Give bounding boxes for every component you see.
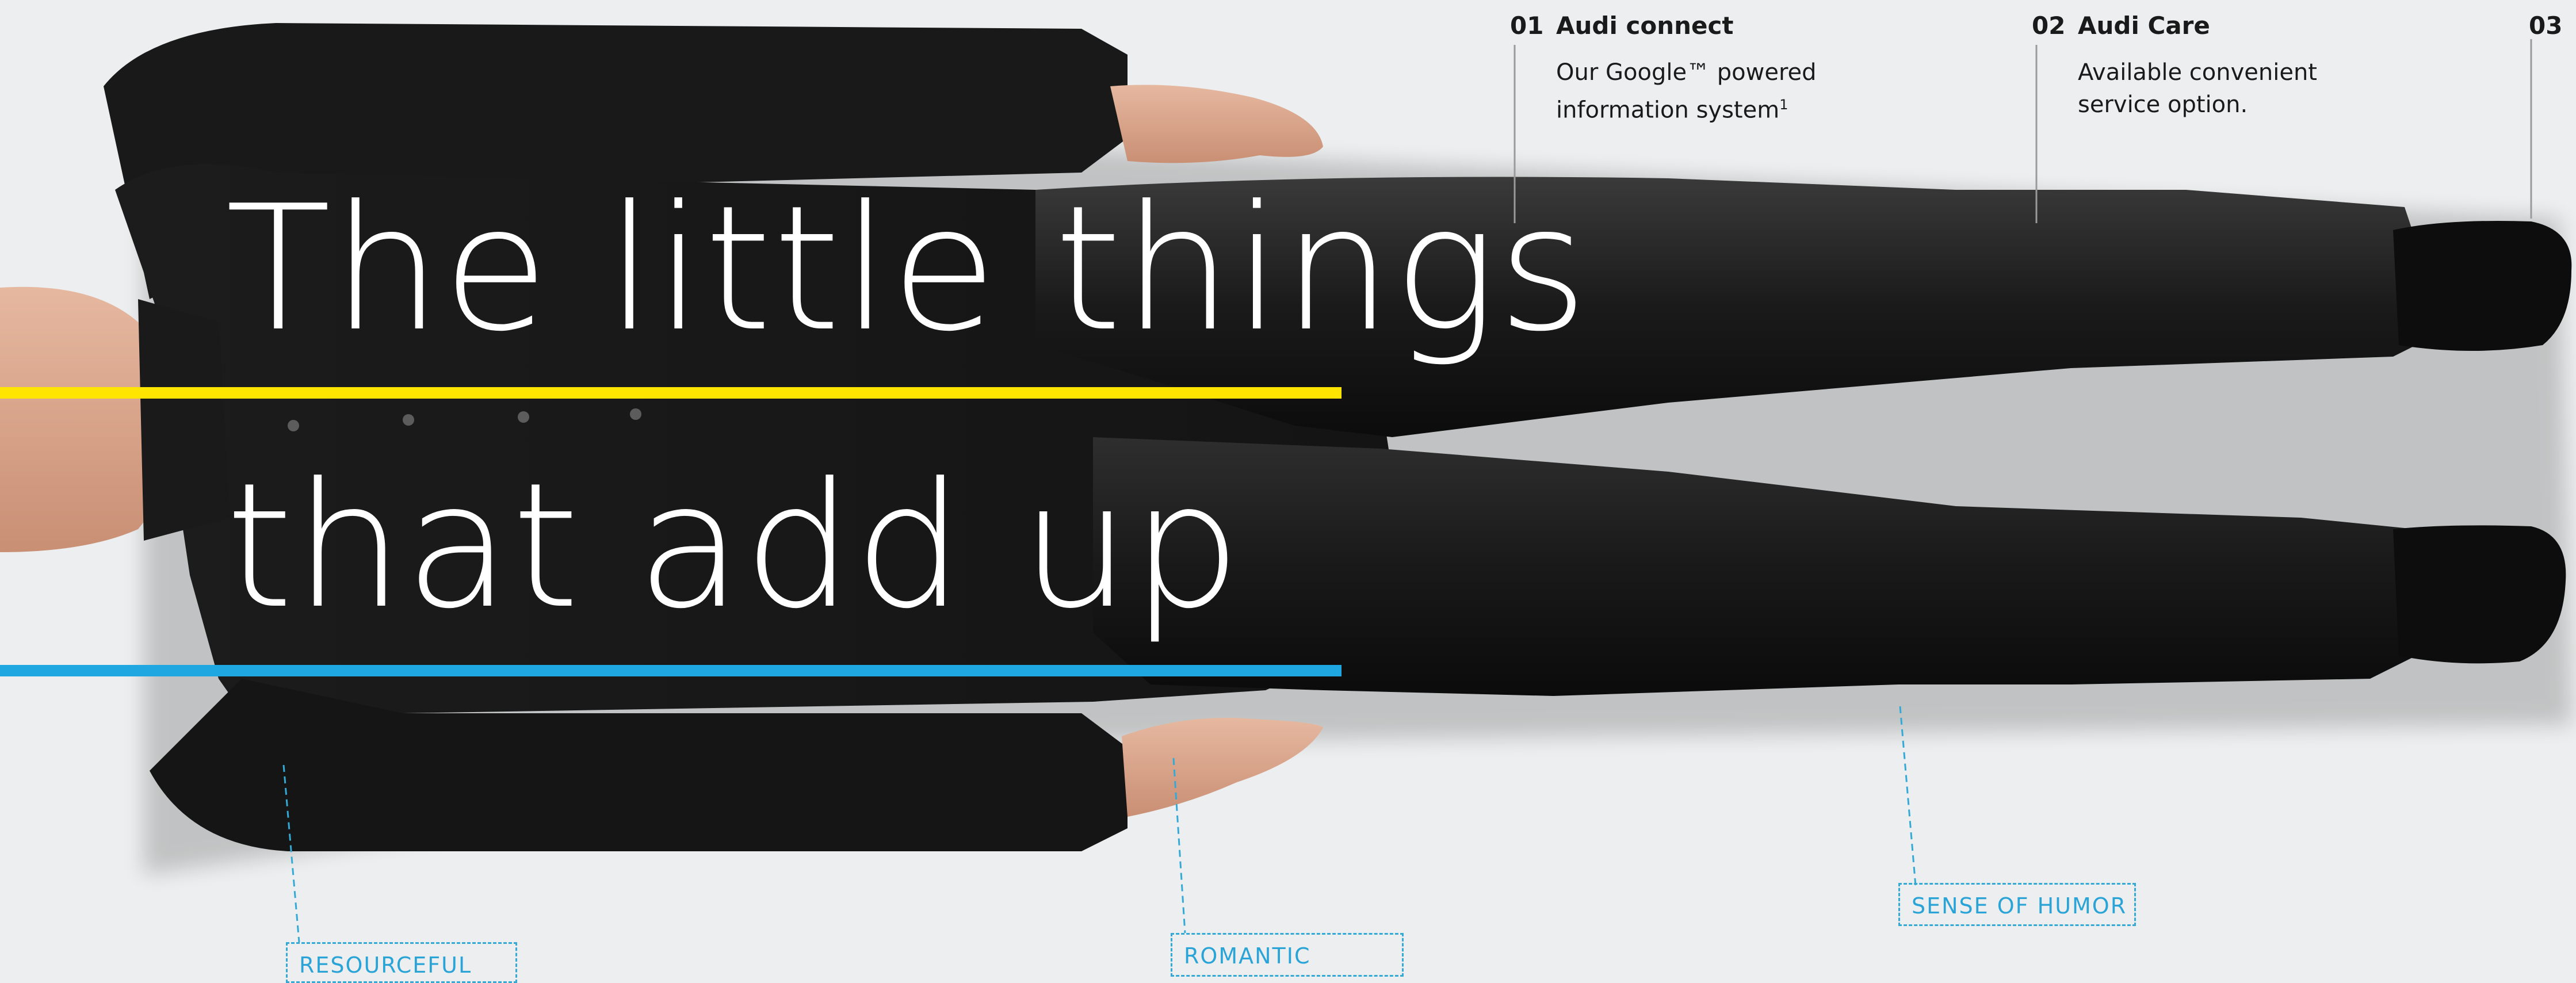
feature-description: Available convenient service option.	[2078, 56, 2317, 121]
headline-line-1: The little things	[226, 169, 1589, 369]
feature-title: Audi connect	[1556, 12, 1734, 40]
feature-number: 01	[1510, 12, 1544, 40]
ad-banner: The little things that add up 01 Audi co…	[0, 0, 2576, 983]
feature-description-line-2: information system1	[1556, 89, 1817, 126]
shoe-bottom	[2393, 525, 2566, 664]
blue-stripe	[0, 665, 1341, 676]
callout-sense-of-humor: SENSE OF HUMOR	[1898, 883, 2136, 926]
feature-description-line-1: Available convenient	[2078, 59, 2317, 86]
feature-description-line-1: Our Google™ powered	[1556, 59, 1817, 86]
hand-top	[1110, 85, 1323, 163]
feature-number: 02	[2032, 12, 2066, 40]
headline-line-2: that add up	[226, 446, 1243, 647]
hand-bottom	[1122, 718, 1323, 817]
feature-number: 03	[2529, 12, 2563, 40]
feature-title: Audi Care	[2078, 12, 2210, 40]
callout-resourceful: RESOURCEFUL	[286, 942, 517, 983]
shoe-top	[2393, 221, 2572, 351]
collar	[138, 299, 230, 541]
feature-description-line-2: service option.	[2078, 91, 2248, 118]
callout-romantic: ROMANTIC	[1171, 933, 1404, 977]
feature-description: Our Google™ powered information system1	[1556, 56, 1817, 126]
footnote-marker: 1	[1779, 97, 1788, 113]
feature-description-text: information system	[1556, 97, 1780, 124]
yellow-stripe	[0, 387, 1341, 399]
